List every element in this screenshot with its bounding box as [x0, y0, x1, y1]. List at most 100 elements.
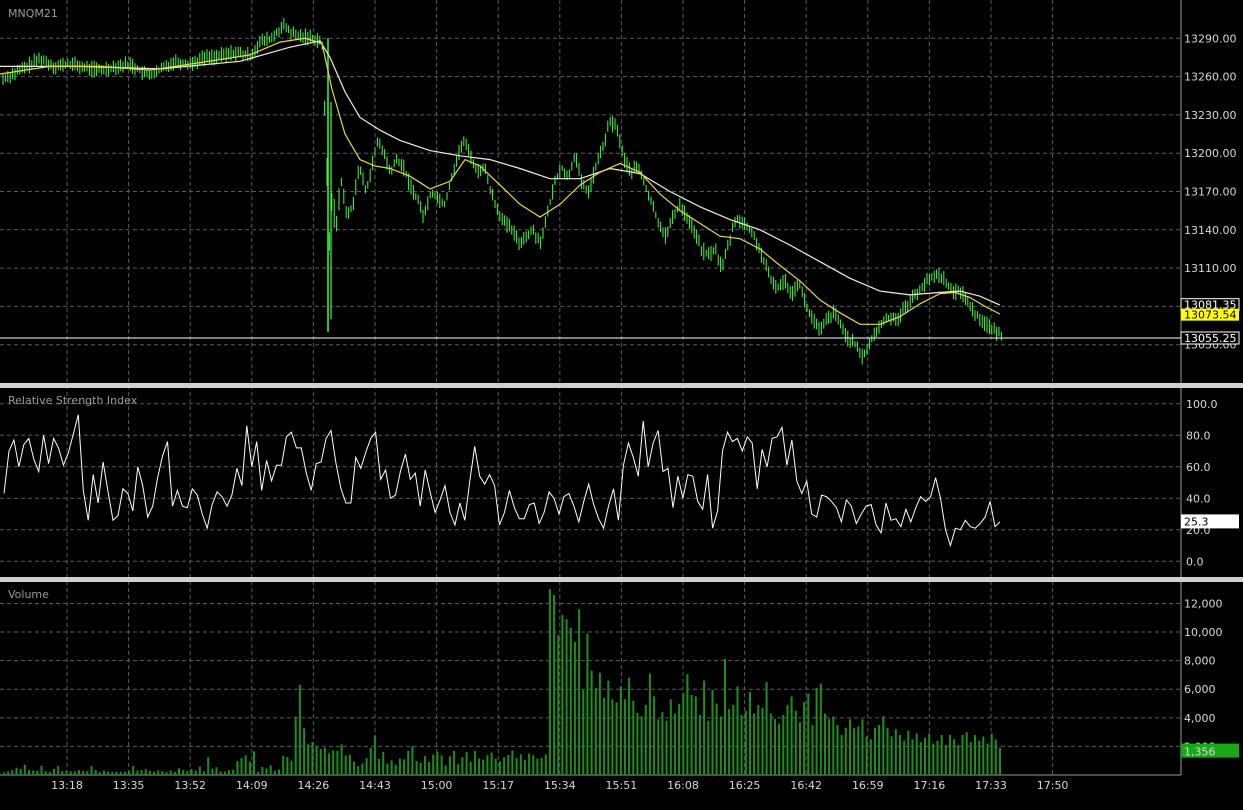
volume-bar	[869, 739, 872, 775]
volume-bar	[65, 770, 68, 775]
volume-bar	[282, 755, 285, 775]
volume-bar	[794, 710, 797, 775]
volume-bar	[40, 765, 43, 775]
volume-bar	[815, 687, 818, 775]
volume-bar	[257, 771, 260, 775]
volume-bar	[269, 765, 272, 775]
volume-bar	[469, 761, 472, 775]
time-tick-label: 14:26	[298, 779, 330, 792]
rsi-panel[interactable]	[3, 414, 1001, 548]
volume-bar	[778, 723, 781, 775]
time-tick-label: 16:59	[852, 779, 884, 792]
volume-bar	[194, 770, 197, 775]
volume-bar	[661, 712, 664, 775]
trading-chart[interactable]: MNQM21 13290.0013260.0013230.0013200.001…	[0, 0, 1243, 810]
volume-bar	[999, 747, 1001, 775]
price-badge-label: 13055.25	[1184, 332, 1237, 345]
volume-bar	[840, 735, 843, 775]
volume-bar	[36, 771, 39, 775]
volume-bar	[711, 689, 714, 775]
volume-bar	[561, 614, 564, 775]
volume-panel[interactable]	[3, 589, 1001, 775]
volume-bar	[132, 765, 135, 775]
volume-bar	[7, 771, 10, 775]
volume-bar	[323, 747, 326, 775]
volume-current-label: 1,356	[1184, 746, 1216, 759]
rsi-tick-label: 80.0	[1186, 429, 1211, 442]
volume-bar	[232, 769, 235, 775]
volume-bar	[315, 746, 318, 775]
volume-bar	[303, 727, 306, 775]
volume-bar	[753, 713, 756, 775]
volume-bar	[853, 727, 856, 775]
volume-bar	[598, 672, 601, 775]
volume-bar	[440, 755, 443, 775]
price-tick-label: 13260.00	[1184, 71, 1237, 84]
volume-bar	[648, 673, 651, 775]
volume-bar	[73, 771, 76, 775]
volume-bar	[19, 768, 22, 775]
volume-bar	[148, 770, 151, 775]
volume-bar	[511, 750, 514, 775]
volume-bar	[319, 749, 322, 775]
time-tick-label: 14:09	[236, 779, 268, 792]
volume-bar	[394, 764, 397, 775]
volume-bar	[874, 727, 876, 775]
volume-bar	[932, 743, 935, 775]
volume-bar	[340, 744, 343, 775]
volume-bar	[207, 757, 210, 775]
volume-bar	[182, 770, 185, 775]
volume-bar	[465, 752, 468, 775]
volume-bar	[419, 763, 422, 775]
volume-bar	[290, 760, 293, 775]
volume-bar	[878, 725, 881, 775]
volume-bar	[586, 633, 589, 775]
volume-bar	[532, 755, 535, 775]
volume-bar	[94, 770, 97, 775]
price-tick-label: 13290.00	[1184, 32, 1237, 45]
time-tick-label: 13:35	[113, 779, 145, 792]
volume-bar	[432, 754, 435, 775]
volume-bar	[3, 772, 5, 775]
panel-separator-rsi-volume[interactable]	[0, 577, 1243, 582]
price-badge-label: 13073.54	[1184, 309, 1237, 322]
volume-bar	[82, 770, 85, 775]
volume-bar	[298, 684, 301, 775]
volume-bar	[436, 751, 439, 775]
volume-bar	[403, 759, 406, 775]
volume-bar	[786, 704, 789, 775]
volume-bar	[965, 732, 968, 775]
volume-bar	[28, 770, 30, 775]
volume-bar	[378, 759, 381, 775]
volume-bar	[928, 733, 931, 775]
fast-moving-average-line	[0, 37, 1001, 325]
volume-bar	[473, 750, 476, 775]
volume-bar	[936, 740, 939, 775]
volume-bar	[144, 769, 147, 775]
volume-bar	[682, 692, 685, 775]
volume-bar	[690, 694, 693, 775]
volume-bar	[736, 686, 739, 775]
volume-bar	[369, 747, 372, 775]
volume-bar	[486, 755, 489, 775]
volume-bar	[415, 761, 418, 775]
volume-bar	[161, 771, 164, 775]
volume-bar	[824, 713, 826, 775]
volume-bar	[294, 716, 297, 775]
volume-bar	[490, 752, 493, 775]
time-tick-label: 15:17	[482, 779, 514, 792]
volume-bar	[803, 702, 806, 775]
volume-bar	[140, 770, 143, 775]
panel-separator-price-rsi[interactable]	[0, 383, 1243, 388]
volume-tick-label: 10,000	[1184, 626, 1223, 639]
time-tick-label: 16:42	[790, 779, 822, 792]
volume-bar	[407, 751, 410, 775]
volume-bar	[907, 730, 910, 775]
volume-bar	[365, 758, 368, 775]
price-tick-label: 13170.00	[1184, 186, 1237, 199]
volume-bar	[769, 713, 772, 775]
volume-bar	[924, 737, 926, 775]
volume-bar	[198, 766, 201, 775]
price-axis: 13290.00 13260.00 13230.00 13200.00 13170.00…	[1180, 32, 1240, 352]
volume-bar	[915, 733, 918, 775]
